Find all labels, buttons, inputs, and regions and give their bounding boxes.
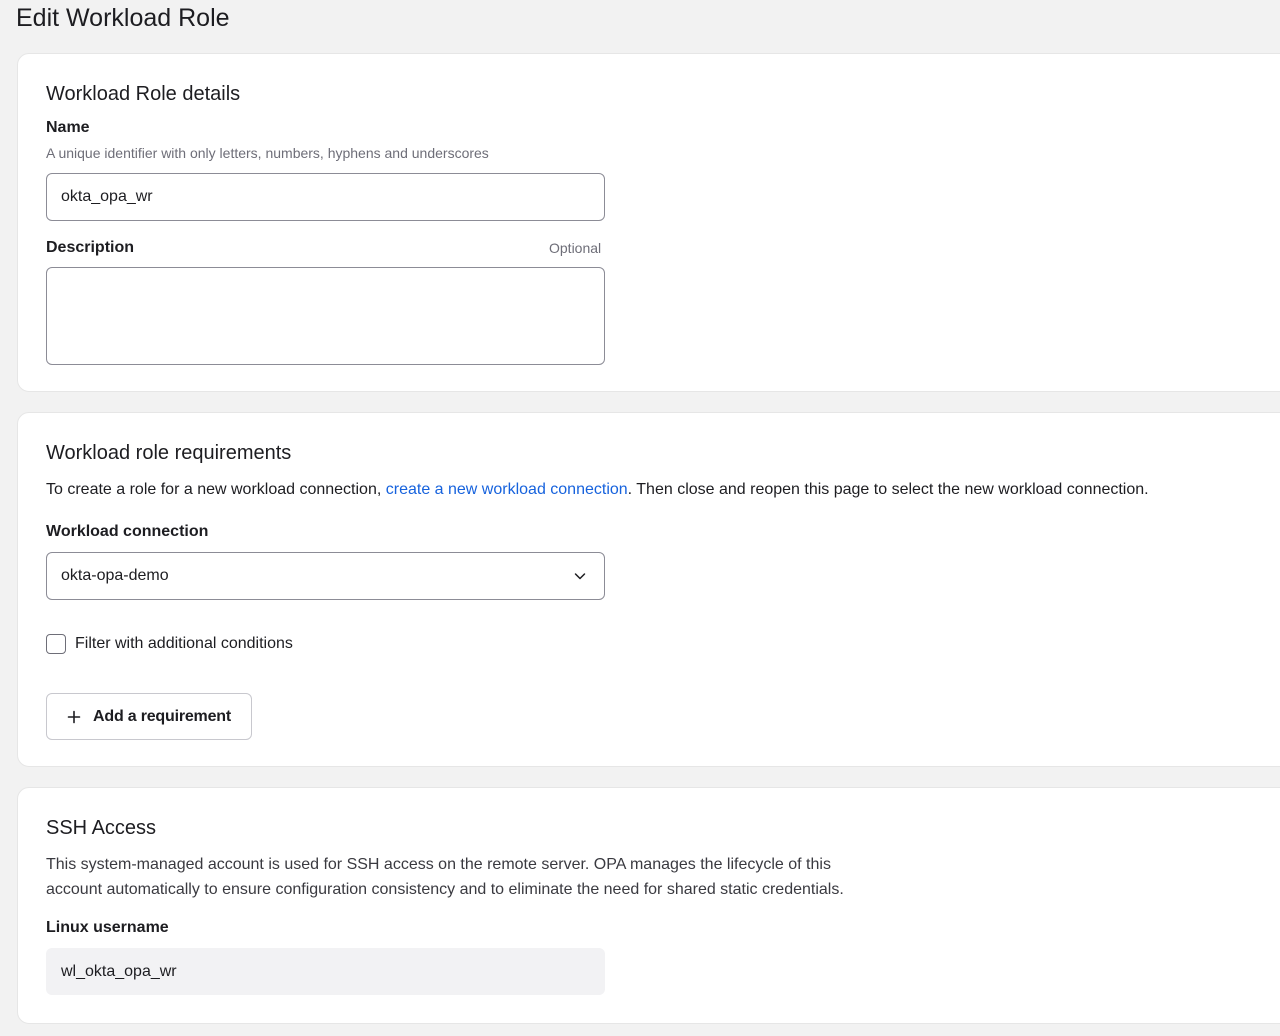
ssh-description-line-2: account automatically to ensure configur… (46, 881, 844, 898)
ssh-access-card: SSH Access This system-managed account i… (17, 787, 1280, 1024)
requirements-intro: To create a role for a new workload conn… (46, 477, 1149, 502)
create-workload-connection-link[interactable]: create a new workload connection (386, 481, 628, 498)
description-optional-tag: Optional (549, 240, 602, 256)
ssh-description-line-1: This system-managed account is used for … (46, 856, 831, 873)
name-hint: A unique identifier with only letters, n… (46, 145, 489, 161)
filter-conditions-checkbox[interactable] (46, 634, 66, 654)
filter-conditions-label[interactable]: Filter with additional conditions (75, 631, 293, 656)
name-input-value: okta_opa_wr (61, 188, 153, 205)
name-label: Name (46, 119, 90, 136)
details-section-title: Workload Role details (46, 83, 241, 105)
requirements-intro-after: . Then close and reopen this page to sel… (627, 481, 1149, 498)
name-input[interactable]: okta_opa_wr (46, 173, 605, 221)
requirements-intro-before: To create a role for a new workload conn… (46, 481, 386, 498)
workload-connection-select[interactable]: okta-opa-demo (46, 552, 605, 600)
workload-connection-value: okta-opa-demo (61, 567, 169, 584)
linux-username-field: wl_okta_opa_wr (46, 948, 605, 995)
chevron-down-icon (574, 573, 586, 580)
linux-username-label: Linux username (46, 919, 169, 936)
ssh-description: This system-managed account is used for … (46, 852, 844, 902)
ssh-section-title: SSH Access (46, 817, 157, 839)
add-requirement-label: Add a requirement (93, 707, 231, 725)
plus-icon (67, 710, 81, 723)
workload-connection-label: Workload connection (46, 523, 209, 540)
requirements-section-title: Workload role requirements (46, 442, 292, 464)
workload-role-requirements-card: Workload role requirements To create a r… (17, 412, 1280, 767)
description-textarea[interactable] (46, 267, 605, 365)
workload-role-details-card: Workload Role details Name A unique iden… (17, 53, 1280, 392)
description-label: Description (46, 239, 135, 256)
linux-username-value: wl_okta_opa_wr (61, 962, 177, 980)
page-title: Edit Workload Role (16, 4, 230, 32)
add-requirement-button[interactable]: Add a requirement (46, 693, 252, 740)
